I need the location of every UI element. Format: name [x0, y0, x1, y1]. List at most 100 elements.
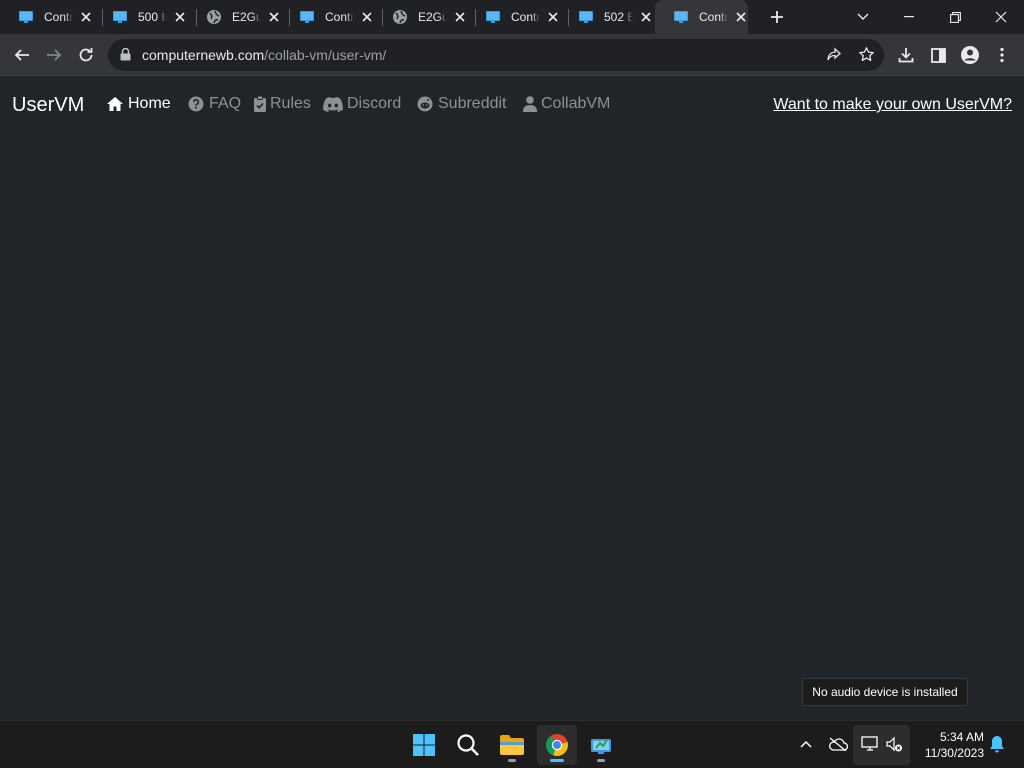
tab-title: 500 In [138, 10, 167, 24]
monitor-icon [578, 9, 594, 25]
browser-tab[interactable]: Contr [0, 0, 93, 34]
nav-rules[interactable]: Rules [253, 95, 311, 113]
reload-button[interactable] [72, 41, 100, 69]
app-icon [591, 739, 611, 754]
browser-tab[interactable]: 500 In [94, 0, 187, 34]
audio-notification-toast: No audio device is installed [802, 678, 968, 706]
share-icon[interactable] [826, 47, 842, 68]
nav-label: Home [128, 95, 171, 112]
close-icon[interactable] [361, 9, 374, 25]
nav-label: Discord [347, 95, 402, 112]
new-tab-button[interactable] [766, 6, 788, 28]
browser-toolbar: computernewb.com/collab-vm/user-vm/ [0, 34, 1024, 76]
browser-tab[interactable]: E2Gu [374, 0, 467, 34]
side-panel-icon [930, 47, 946, 63]
nav-home[interactable]: Home [106, 95, 171, 113]
profile-button[interactable] [956, 41, 984, 69]
downloads-button[interactable] [892, 41, 920, 69]
monitor-icon [112, 9, 128, 25]
arrow-right-icon [47, 49, 62, 61]
close-window-button[interactable] [978, 0, 1024, 34]
star-icon[interactable] [858, 46, 875, 68]
forward-button[interactable] [40, 41, 68, 69]
menu-button[interactable] [988, 41, 1016, 69]
nav-faq[interactable]: FAQ [187, 95, 241, 113]
nav-collabvm[interactable]: CollabVM [522, 95, 610, 113]
system-clock[interactable]: 5:34 AM 11/30/2023 [916, 729, 984, 761]
windows-taskbar: 5:34 AM 11/30/2023 [0, 720, 1024, 768]
close-icon[interactable] [735, 9, 748, 25]
globe-icon [392, 9, 408, 25]
close-icon[interactable] [174, 9, 187, 25]
quick-settings-button[interactable] [853, 725, 910, 765]
download-icon [898, 48, 914, 63]
start-button[interactable] [404, 725, 444, 765]
restore-button[interactable] [932, 0, 978, 34]
web-page: UserVM Home FAQ Rules Discord Subreddit … [0, 77, 1024, 720]
browser-tab[interactable]: Contr [281, 0, 374, 34]
reload-icon [79, 47, 93, 62]
site-navbar: UserVM Home FAQ Rules Discord Subreddit … [0, 77, 1024, 133]
search-icon [457, 734, 479, 756]
url-path: /collab-vm/user-vm/ [264, 47, 387, 63]
minimize-button[interactable] [886, 0, 932, 34]
bell-icon [990, 736, 1004, 753]
monitor-icon [673, 9, 689, 25]
nav-label: Rules [270, 95, 311, 112]
address-bar[interactable]: computernewb.com/collab-vm/user-vm/ [108, 39, 884, 71]
make-uservm-link[interactable]: Want to make your own UserVM? [773, 96, 1012, 114]
url-text[interactable]: computernewb.com/collab-vm/user-vm/ [142, 47, 386, 63]
browser-tab[interactable]: Contr [467, 0, 560, 34]
onedrive-button[interactable] [827, 733, 849, 755]
running-indicator [508, 759, 516, 762]
nav-subreddit[interactable]: Subreddit [416, 95, 507, 113]
app-taskbar-button[interactable] [581, 725, 621, 765]
reddit-icon [416, 95, 434, 113]
chrome-icon [545, 734, 568, 757]
file-explorer-button[interactable] [492, 725, 532, 765]
browser-tab[interactable]: E2Gu [188, 0, 281, 34]
question-circle-icon [187, 95, 205, 113]
side-panel-button[interactable] [924, 41, 952, 69]
monitor-icon [485, 9, 501, 25]
site-brand[interactable]: UserVM [12, 94, 84, 117]
browser-tab[interactable]: 502 B [560, 0, 653, 34]
discord-icon [323, 95, 343, 113]
close-icon[interactable] [80, 9, 93, 25]
close-icon[interactable] [640, 9, 653, 25]
close-icon[interactable] [268, 9, 281, 25]
chevron-down-icon [857, 13, 869, 20]
running-indicator [550, 759, 564, 762]
nav-label: FAQ [209, 95, 242, 112]
chrome-taskbar-button[interactable] [537, 725, 577, 765]
tab-title: Contr [511, 10, 540, 24]
nav-label: CollabVM [541, 95, 611, 112]
close-icon[interactable] [547, 9, 560, 25]
clock-time: 5:34 AM [939, 730, 984, 744]
tab-title: Contr [699, 10, 728, 24]
url-domain: computernewb.com [142, 47, 265, 63]
windows-logo-icon [413, 734, 435, 756]
lock-icon[interactable] [120, 47, 131, 66]
close-icon [995, 11, 1007, 23]
tab-strip: Contr 500 In E2Gu Contr E2Gu Contr 502 B [0, 0, 1024, 34]
show-hidden-icons-button[interactable] [795, 733, 817, 755]
nav-discord[interactable]: Discord [323, 95, 401, 113]
tab-search-button[interactable] [840, 0, 886, 34]
back-button[interactable] [8, 41, 36, 69]
folder-icon [500, 735, 524, 755]
notification-center-button[interactable] [986, 733, 1008, 755]
globe-icon [206, 9, 222, 25]
tab-title: Contr [44, 10, 73, 24]
kebab-menu-icon [1000, 47, 1004, 63]
clipboard-check-icon [253, 95, 266, 113]
close-icon[interactable] [454, 9, 467, 25]
tab-title: Contr [325, 10, 354, 24]
home-icon [106, 95, 124, 113]
avatar-icon [961, 46, 979, 64]
tab-title: E2Gu [232, 10, 261, 24]
tab-title: 502 B [604, 10, 633, 24]
search-button[interactable] [448, 725, 488, 765]
browser-tab-active[interactable]: Contr [655, 0, 748, 34]
user-icon [522, 95, 537, 113]
